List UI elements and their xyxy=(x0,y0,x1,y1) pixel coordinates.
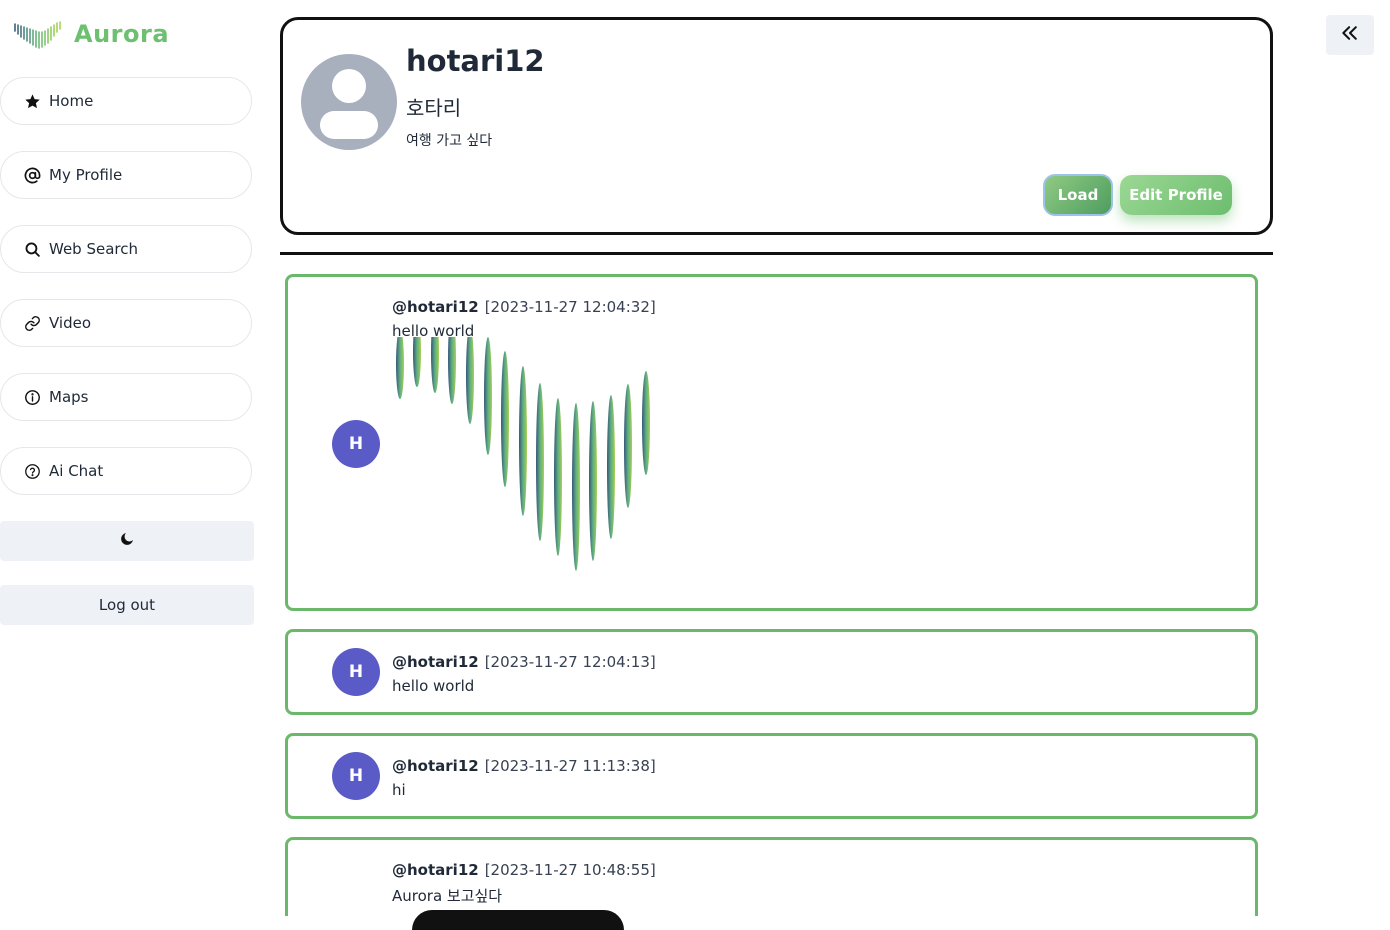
post-avatar[interactable]: H xyxy=(332,420,380,468)
post-timestamp: [2023-11-27 10:48:55] xyxy=(484,861,656,879)
sidebar-item-video[interactable]: Video xyxy=(0,299,252,347)
post-avatar[interactable]: H xyxy=(332,648,380,696)
profile-username: hotari12 xyxy=(406,44,545,78)
post-username[interactable]: @hotari12 xyxy=(392,757,479,775)
post-image-aurora-logo[interactable] xyxy=(388,337,658,597)
load-button[interactable]: Load xyxy=(1043,174,1113,216)
profile-divider xyxy=(280,252,1273,255)
at-sign-icon xyxy=(23,166,41,184)
theme-toggle-button[interactable] xyxy=(0,521,254,561)
sidebar-item-maps[interactable]: Maps xyxy=(0,373,252,421)
post-header: @hotari12 [2023-11-27 10:48:55] xyxy=(392,861,656,879)
sidebar-item-web-search[interactable]: Web Search xyxy=(0,225,252,273)
post-timestamp: [2023-11-27 12:04:13] xyxy=(484,653,656,671)
sidebar-item-my-profile[interactable]: My Profile xyxy=(0,151,252,199)
post-text: Aurora 보고싶다 xyxy=(392,887,503,905)
moon-icon xyxy=(119,531,135,551)
sidebar-item-label: Web Search xyxy=(49,240,139,258)
post-card[interactable]: @hotari12 [2023-11-27 10:48:55] Aurora 보고… xyxy=(285,837,1258,930)
post-text: hi xyxy=(392,781,406,799)
app-logo[interactable]: Aurora xyxy=(14,16,169,52)
post-text: hello world xyxy=(392,677,475,695)
post-card[interactable]: H @hotari12 [2023-11-27 12:04:13] hello w… xyxy=(285,629,1258,715)
post-timestamp: [2023-11-27 11:13:38] xyxy=(484,757,656,775)
question-icon xyxy=(23,462,41,480)
sidebar-item-label: My Profile xyxy=(49,166,123,184)
default-avatar-icon xyxy=(301,54,397,150)
post-username[interactable]: @hotari12 xyxy=(392,653,479,671)
post-username[interactable]: @hotari12 xyxy=(392,298,479,316)
profile-bio: 여행 가고 싶다 xyxy=(406,133,493,149)
post-timestamp: [2023-11-27 12:04:32] xyxy=(484,298,656,316)
collapse-sidebar-button[interactable] xyxy=(1326,15,1374,55)
info-icon xyxy=(23,388,41,406)
sidebar-item-home[interactable]: Home xyxy=(0,77,252,125)
sidebar-item-label: Maps xyxy=(49,388,89,406)
post-image[interactable] xyxy=(412,910,624,930)
search-icon xyxy=(23,240,41,258)
sidebar-item-ai-chat[interactable]: Ai Chat xyxy=(0,447,252,495)
post-header: @hotari12 [2023-11-27 12:04:32] xyxy=(392,298,656,316)
sidebar-item-label: Ai Chat xyxy=(49,462,104,480)
logout-button[interactable]: Log out xyxy=(0,585,254,625)
app-brand-name: Aurora xyxy=(74,20,170,48)
aurora-logo-icon xyxy=(14,21,61,49)
profile-display-name: 호타리 xyxy=(406,96,462,120)
sidebar-item-label: Home xyxy=(49,92,94,110)
post-card[interactable]: H @hotari12 [2023-11-27 12:04:32] hello w… xyxy=(285,274,1258,611)
chevrons-left-icon xyxy=(1340,23,1360,48)
post-avatar[interactable]: H xyxy=(332,752,380,800)
post-username[interactable]: @hotari12 xyxy=(392,861,479,879)
link-icon xyxy=(23,314,41,332)
edit-profile-button[interactable]: Edit Profile xyxy=(1120,175,1232,215)
star-icon xyxy=(23,92,41,110)
post-card[interactable]: H @hotari12 [2023-11-27 11:13:38] hi xyxy=(285,733,1258,819)
post-header: @hotari12 [2023-11-27 12:04:13] xyxy=(392,653,656,671)
profile-card: hotari12 호타리 여행 가고 싶다 Load Edit Profile xyxy=(280,17,1273,235)
post-header: @hotari12 [2023-11-27 11:13:38] xyxy=(392,757,656,775)
sidebar-item-label: Video xyxy=(49,314,92,332)
